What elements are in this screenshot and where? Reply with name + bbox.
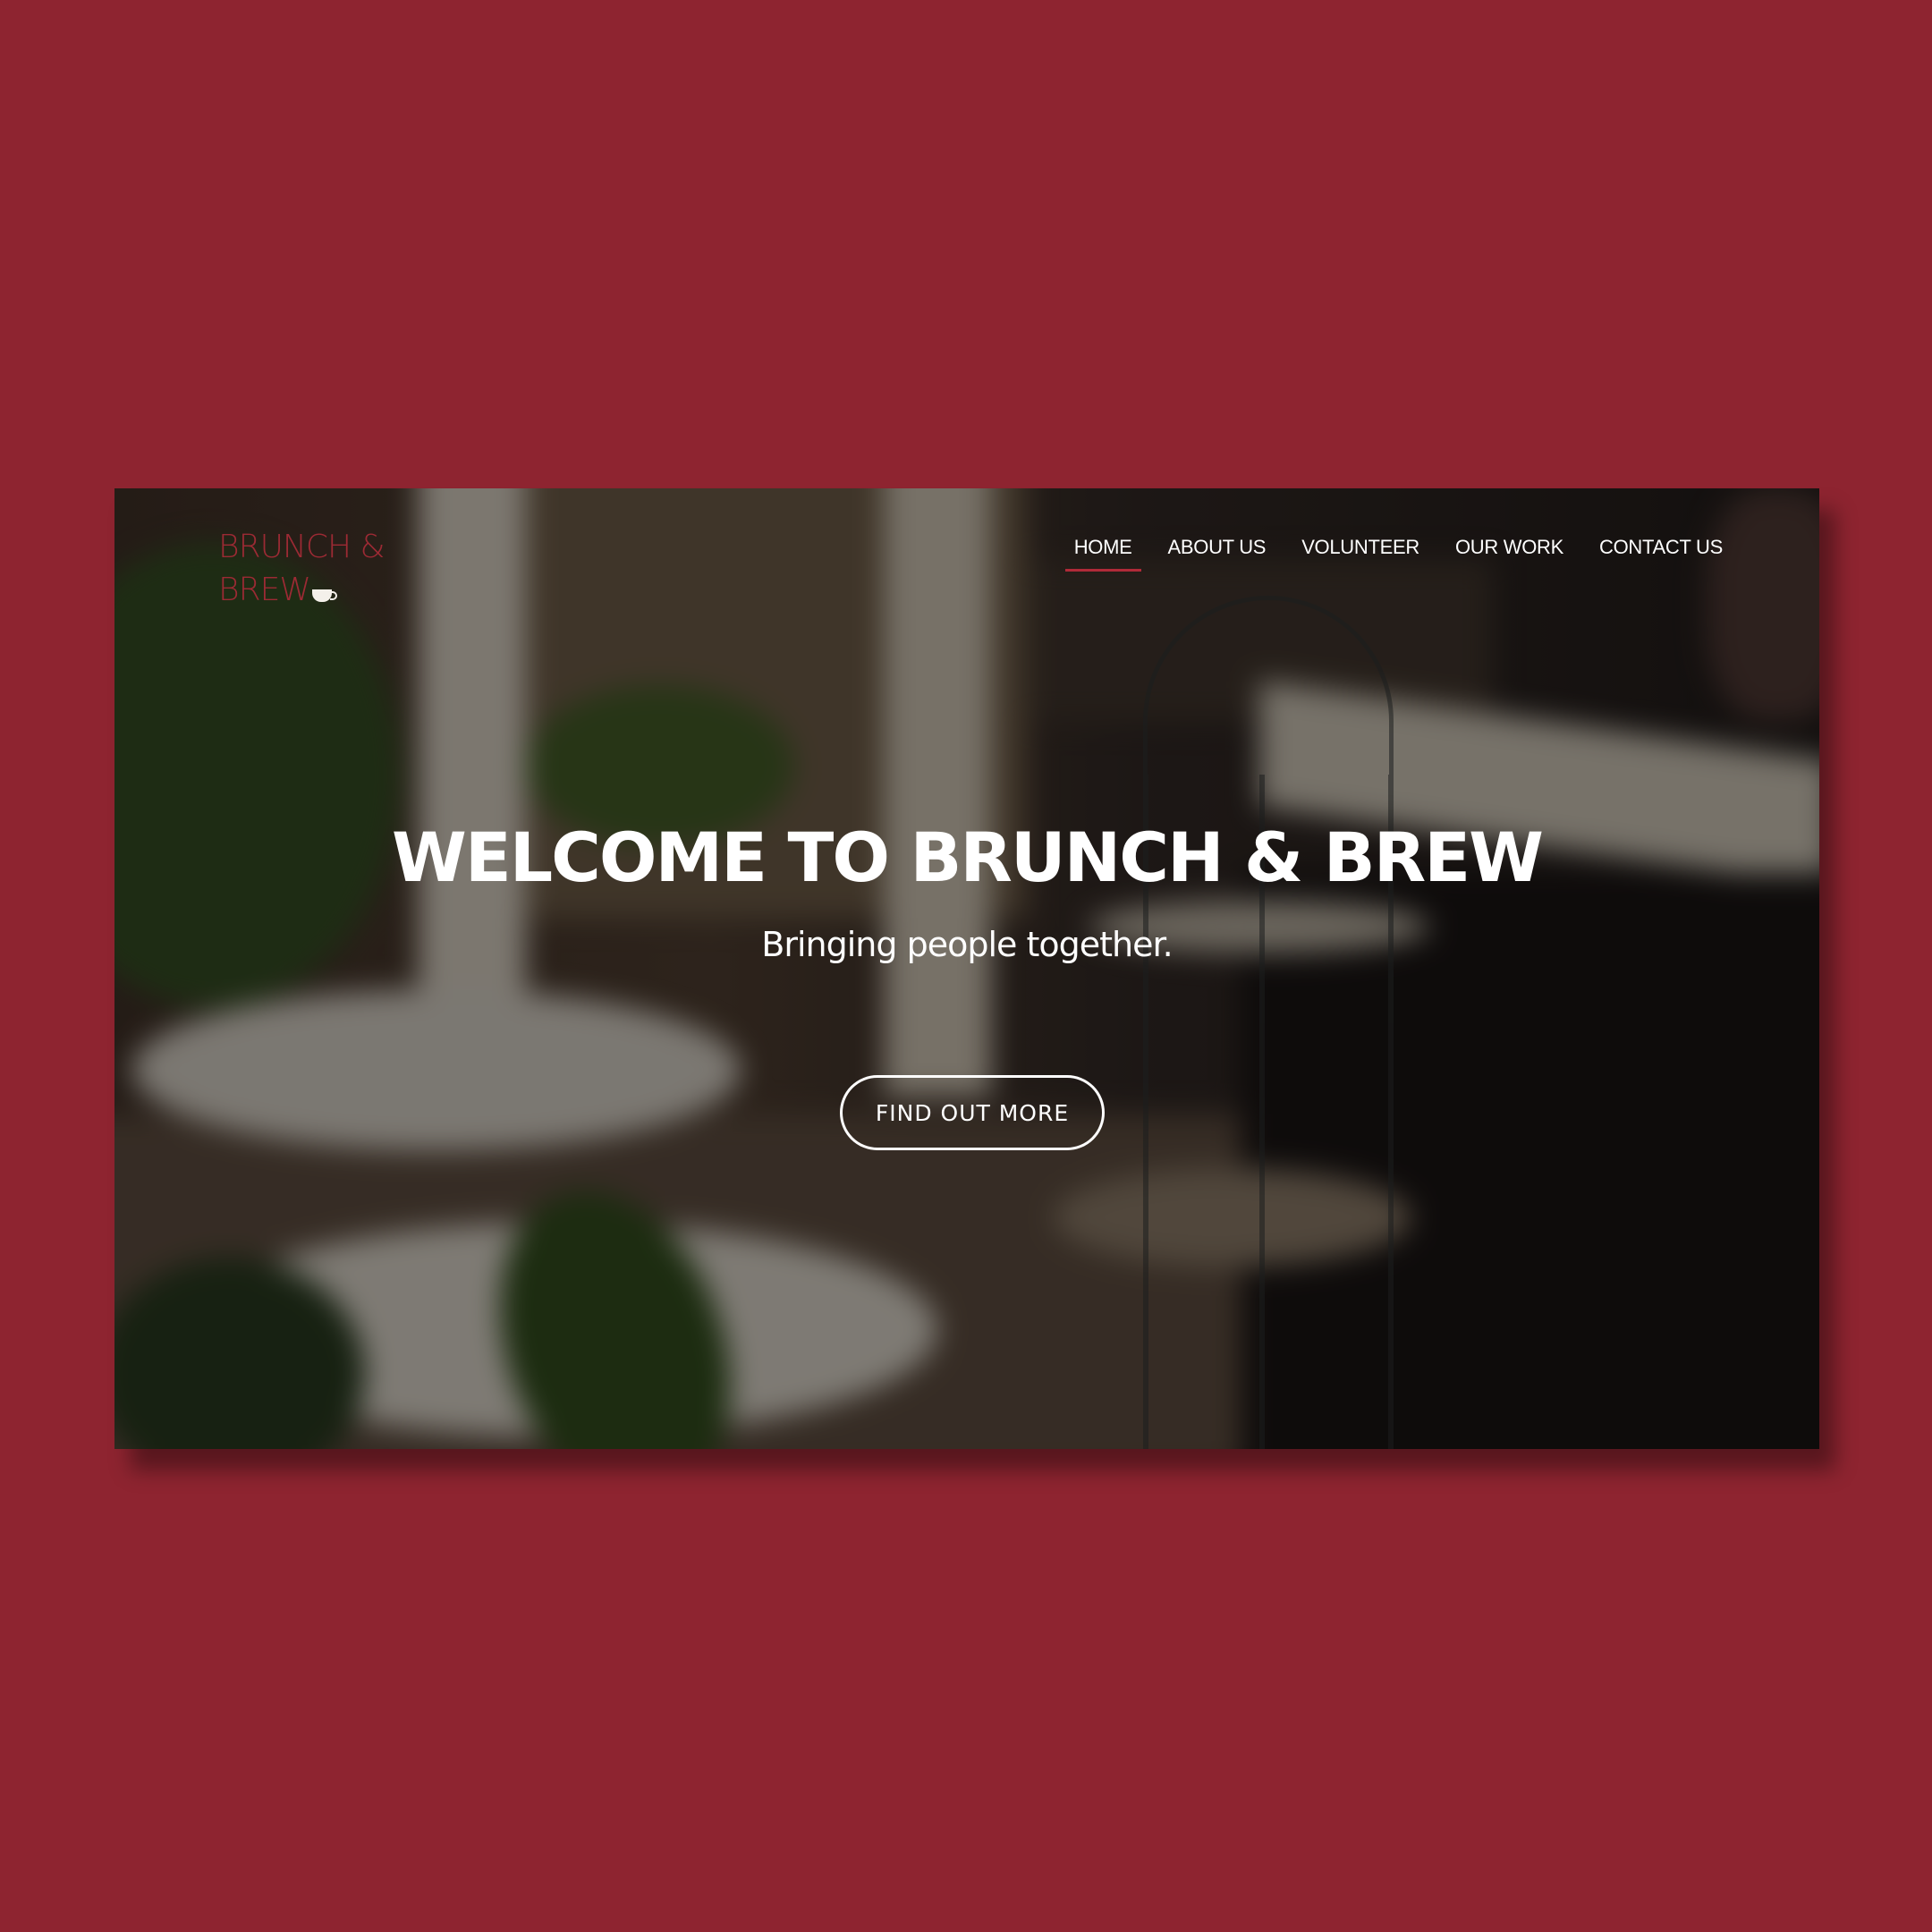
coffee-cup-icon — [311, 589, 337, 602]
brand-logo-line1: BRUNCH & — [218, 529, 386, 565]
nav-item-about-us[interactable]: ABOUT US — [1168, 535, 1267, 560]
nav-item-contact-us[interactable]: CONTACT US — [1599, 535, 1723, 560]
nav-item-home[interactable]: HOME — [1064, 535, 1141, 572]
find-out-more-button[interactable]: FIND OUT MORE — [840, 1075, 1105, 1150]
main-nav: HOME ABOUT US VOLUNTEER OUR WORK CONTACT… — [1038, 535, 1723, 572]
nav-item-volunteer[interactable]: VOLUNTEER — [1301, 535, 1419, 560]
hero-subtitle: Bringing people together. — [761, 925, 1173, 964]
nav-item-our-work[interactable]: OUR WORK — [1455, 535, 1563, 560]
website-screenshot: BRUNCH & BREW HOME ABOUT US VOLUNTEER OU… — [114, 488, 1819, 1449]
brand-logo[interactable]: BRUNCH & BREW — [218, 526, 406, 612]
hero-background-image — [114, 488, 1819, 1449]
brand-logo-line2: BREW — [218, 572, 311, 608]
hero-title: WELCOME TO BRUNCH & BREW — [391, 818, 1544, 897]
